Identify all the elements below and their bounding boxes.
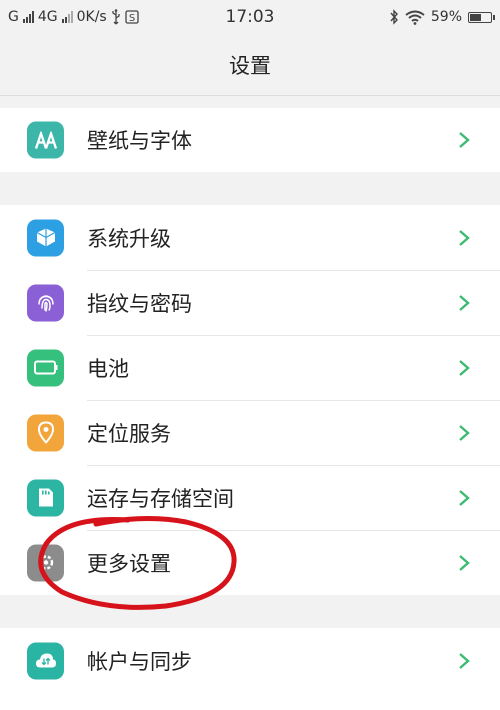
status-bar: G 4G 0K/s S 17:03 59% [0,0,500,34]
chevron-right-icon [459,424,470,441]
settings-screen: G 4G 0K/s S 17:03 59% 设置 壁纸与字体 系统升级 指纹与密… [0,0,500,710]
battery-status-icon [468,11,495,23]
chevron-right-icon [459,294,470,311]
storage-icon [27,479,64,516]
bluetooth-icon [390,9,398,25]
settings-item-wallpaper-font[interactable]: 壁纸与字体 [0,108,500,172]
settings-item-label: 更多设置 [87,551,171,576]
settings-item-location[interactable]: 定位服务 [0,400,500,465]
carrier-label-2: 4G [37,9,58,25]
system-update-icon [27,219,64,256]
more-settings-icon [27,544,64,581]
svg-text:S: S [129,13,135,24]
settings-item-label: 帐户与同步 [87,649,192,674]
chevron-right-icon [459,132,470,148]
account-sync-icon [27,642,64,679]
battery-icon [27,349,64,386]
settings-item-label: 运存与存储空间 [87,486,234,511]
settings-item-label: 指纹与密码 [87,291,192,316]
wallpaper-font-icon [27,121,64,159]
settings-item-more-settings[interactable]: 更多设置 [0,530,500,595]
signal-icon [22,11,34,23]
wifi-icon [405,10,425,25]
signal-weak-icon [61,11,73,23]
status-left: G 4G 0K/s S [8,9,389,25]
settings-group-display: 壁纸与字体 [0,108,500,172]
chevron-right-icon [459,229,470,246]
network-speed: 0K/s [76,9,107,25]
settings-item-battery[interactable]: 电池 [0,335,500,400]
settings-group-system: 系统升级 指纹与密码 电池 定位服务 运存与存储空间 更多设置 [0,205,500,595]
usb-icon [112,9,120,25]
fingerprint-icon [27,284,64,321]
settings-item-label: 定位服务 [87,421,171,446]
sim-icon: S [125,10,139,24]
settings-item-label: 壁纸与字体 [87,129,192,153]
battery-percent: 59% [430,9,462,25]
settings-item-fingerprint-password[interactable]: 指纹与密码 [0,270,500,335]
settings-item-account-sync[interactable]: 帐户与同步 [0,628,500,693]
chevron-right-icon [459,489,470,506]
carrier-label-1: G [8,9,19,25]
settings-item-label: 电池 [87,356,129,381]
settings-item-label: 系统升级 [87,226,171,251]
header: 设置 [0,34,500,96]
settings-item-memory-storage[interactable]: 运存与存储空间 [0,465,500,530]
chevron-right-icon [459,652,470,669]
location-icon [27,414,64,451]
status-right: 59% [389,9,495,25]
settings-group-account: 帐户与同步 [0,628,500,710]
chevron-right-icon [459,359,470,376]
page-title: 设置 [229,53,271,78]
chevron-right-icon [459,554,470,571]
settings-item-system-update[interactable]: 系统升级 [0,205,500,270]
